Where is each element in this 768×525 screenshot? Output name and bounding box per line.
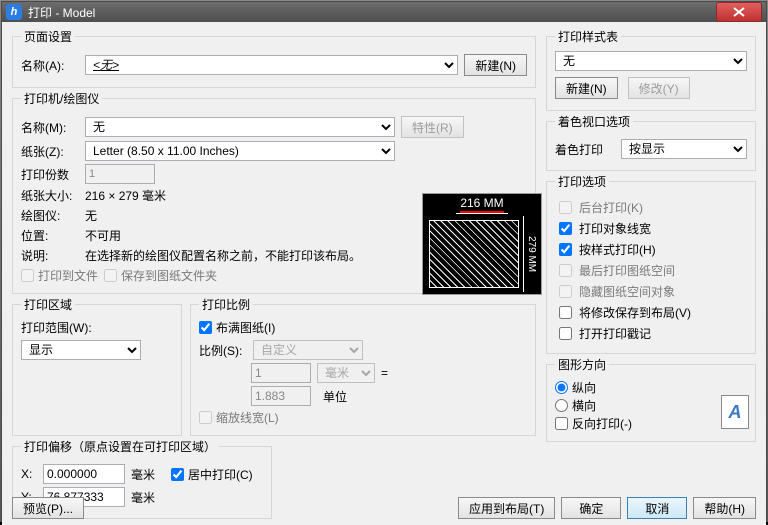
plotter-value: 无	[85, 207, 97, 224]
help-button[interactable]: 帮助(H)	[693, 497, 756, 519]
style-new-button[interactable]: 新建(N)	[555, 77, 618, 99]
mid-row: 打印区域 打印范围(W): 显示 打印比例 布满图纸(I) 比例(S): 自定义	[12, 296, 536, 436]
orient-portrait-radio[interactable]: 纵向	[555, 379, 596, 396]
print-scale-group: 打印比例 布满图纸(I) 比例(S): 自定义 毫米 =	[190, 296, 536, 436]
style-table-legend: 打印样式表	[555, 28, 621, 45]
papersize-value: 216 × 279 毫米	[85, 187, 166, 204]
desc-label: 说明:	[21, 247, 79, 264]
pagesetup-name-select[interactable]: <无>	[85, 55, 458, 75]
window-inner: h 打印 - Model 页面设置 名称(A): <无> 新建(N)	[1, 1, 767, 521]
close-button[interactable]	[716, 2, 762, 22]
location-value: 不可用	[85, 227, 121, 244]
copies-label: 打印份数	[21, 166, 79, 183]
client-area: 页面设置 名称(A): <无> 新建(N) 打印机/绘图仪 名称(M): 无	[2, 22, 766, 525]
orient-landscape-radio[interactable]: 横向	[555, 397, 596, 414]
orientation-legend: 图形方向	[555, 356, 609, 373]
offset-x-label: X:	[21, 467, 37, 481]
opt-last-checkbox: 最后打印图纸空间	[555, 261, 747, 280]
ok-button[interactable]: 确定	[561, 497, 621, 519]
center-print-checkbox[interactable]: 居中打印(C)	[171, 466, 253, 483]
print-options-legend: 打印选项	[555, 173, 609, 190]
opt-style-checkbox[interactable]: 按样式打印(H)	[555, 240, 747, 259]
paper-label: 纸张(Z):	[21, 143, 79, 160]
paper-preview: 216 MM 279 MM	[422, 193, 542, 295]
papersize-label: 纸张大小:	[21, 187, 79, 204]
ratio-label: 比例(S):	[199, 342, 247, 359]
opt-bg-checkbox: 后台打印(K)	[555, 198, 747, 217]
page-setup-group: 页面设置 名称(A): <无> 新建(N)	[12, 28, 536, 88]
scale-den-unit: 单位	[317, 388, 375, 405]
paper-select[interactable]: Letter (8.50 x 11.00 Inches)	[85, 141, 395, 161]
style-modify-button: 修改(Y)	[628, 77, 690, 99]
print-scale-legend: 打印比例	[199, 296, 253, 313]
equals-label: =	[381, 366, 388, 380]
preview-redline	[460, 211, 503, 213]
desc-value: 在选择新的绘图仪配置名称之前，不能打印该布局。	[85, 247, 361, 264]
preview-area: 279 MM	[425, 216, 539, 292]
plotter-label: 绘图仪:	[21, 207, 79, 224]
pagesetup-name-label: 名称(A):	[21, 57, 79, 74]
cancel-button[interactable]: 取消	[627, 497, 687, 519]
offset-legend: 打印偏移（原点设置在可打印区域）	[21, 438, 219, 455]
page-setup-legend: 页面设置	[21, 28, 75, 45]
style-table-group: 打印样式表 无 新建(N) 修改(Y)	[546, 28, 756, 111]
preview-height-label: 279 MM	[523, 216, 539, 292]
ratio-select: 自定义	[253, 340, 363, 360]
range-select[interactable]: 显示	[21, 340, 141, 360]
fit-paper-checkbox[interactable]: 布满图纸(I)	[199, 319, 275, 336]
orient-reverse-checkbox[interactable]: 反向打印(-)	[555, 415, 632, 432]
printer-name-label: 名称(M):	[21, 119, 79, 136]
opt-stamp-checkbox[interactable]: 打开打印戳记	[555, 324, 747, 343]
app-icon: h	[6, 4, 22, 20]
pagesetup-new-button[interactable]: 新建(N)	[464, 54, 527, 76]
print-area-legend: 打印区域	[21, 296, 75, 313]
close-icon	[733, 7, 745, 17]
printer-name-select[interactable]: 无	[85, 117, 395, 137]
opt-hide-checkbox: 隐藏图纸空间对象	[555, 282, 747, 301]
print-to-file-checkbox: 打印到文件	[21, 267, 98, 284]
apply-layout-button[interactable]: 应用到布局(T)	[458, 497, 555, 519]
print-area-group: 打印区域 打印范围(W): 显示	[12, 296, 182, 436]
print-dialog: h 打印 - Model 页面设置 名称(A): <无> 新建(N)	[0, 0, 768, 522]
opt-lw-checkbox[interactable]: 打印对象线宽	[555, 219, 747, 238]
preview-hatch	[429, 220, 519, 288]
dialog-footer: 预览(P)... 应用到布局(T) 确定 取消 帮助(H)	[12, 497, 756, 519]
copies-input	[85, 164, 155, 184]
window-title: 打印 - Model	[28, 4, 716, 21]
print-options-group: 打印选项 后台打印(K) 打印对象线宽 按样式打印(H) 最后打印图纸空间 隐藏…	[546, 173, 756, 354]
offset-x-input[interactable]	[43, 464, 125, 484]
scale-unit-select: 毫米	[317, 363, 375, 383]
shaded-select[interactable]: 按显示	[621, 139, 747, 159]
shaded-label: 着色打印	[555, 141, 615, 158]
offset-x-unit: 毫米	[131, 466, 155, 483]
printer-props-button: 特性(R)	[401, 116, 464, 138]
shaded-legend: 着色视口选项	[555, 113, 633, 130]
orientation-group: 图形方向 纵向 横向 反向打印(-) A	[546, 356, 756, 442]
page-orientation-icon: A	[721, 395, 749, 429]
shaded-group: 着色视口选项 着色打印 按显示	[546, 113, 756, 171]
opt-save-layout-checkbox[interactable]: 将修改保存到布局(V)	[555, 303, 747, 322]
titlebar: h 打印 - Model	[2, 2, 766, 22]
save-to-sheet-checkbox: 保存到图纸文件夹	[104, 267, 217, 284]
printer-legend: 打印机/绘图仪	[21, 90, 102, 107]
style-table-select[interactable]: 无	[555, 51, 747, 71]
scale-lw-checkbox: 缩放线宽(L)	[199, 409, 279, 426]
right-column: 打印样式表 无 新建(N) 修改(Y) 着色视口选项 着色打印 按显示 打印选项	[546, 28, 756, 519]
location-label: 位置:	[21, 227, 79, 244]
range-label: 打印范围(W):	[21, 319, 173, 336]
scale-num-input	[251, 363, 311, 383]
preview-width-label: 216 MM	[456, 196, 507, 214]
preview-button[interactable]: 预览(P)...	[12, 497, 84, 519]
scale-den-input	[251, 386, 311, 406]
